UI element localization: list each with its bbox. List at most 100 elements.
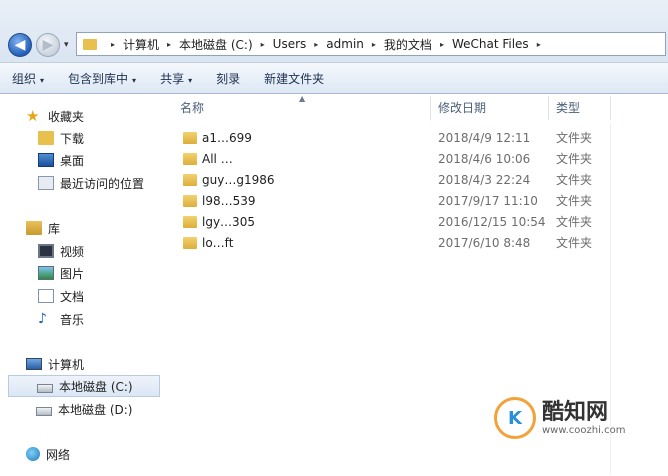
column-header-name[interactable]: 名称 xyxy=(180,94,430,120)
folder-icon xyxy=(183,236,197,249)
burn-button[interactable]: 刻录 xyxy=(204,70,252,87)
nav-label: 库 xyxy=(48,221,61,236)
downloads-folder-icon xyxy=(38,131,54,145)
breadcrumb-separator[interactable]: ▸ xyxy=(167,40,171,49)
hard-drive-icon xyxy=(36,406,52,416)
chevron-down-icon: ▾ xyxy=(188,75,193,85)
file-name: All … xyxy=(202,151,233,166)
file-type: 文件夹 xyxy=(556,194,593,208)
file-name: lo…ft xyxy=(202,235,234,250)
breadcrumb-users[interactable]: Users xyxy=(273,37,307,51)
nav-label: 本地磁盘 (C:) xyxy=(59,379,133,394)
nav-label: 视频 xyxy=(60,244,85,259)
include-in-library-menu[interactable]: 包含到库中 ▾ xyxy=(56,70,148,87)
chevron-down-icon: ▾ xyxy=(40,75,45,85)
column-header-date-modified[interactable]: 修改日期 xyxy=(438,94,548,120)
nav-computer[interactable]: 计算机 xyxy=(0,353,190,375)
file-date: 2018/4/6 10:06 xyxy=(438,151,531,166)
star-icon: ★ xyxy=(26,107,40,125)
breadcrumb-wechat-files[interactable]: WeChat Files xyxy=(452,37,529,51)
file-row[interactable]: All … 2018/4/6 10:06 文件夹 xyxy=(172,148,668,169)
new-folder-button[interactable]: 新建文件夹 xyxy=(252,70,336,87)
nav-label: 桌面 xyxy=(60,153,85,168)
file-row[interactable]: lo…ft 2017/6/10 8:48 文件夹 xyxy=(172,232,668,253)
documents-library-icon xyxy=(38,289,54,303)
address-bar-area: ◀ ▶ ▾ ▸ 计算机 ▸ 本地磁盘 (C:) ▸ Users ▸ admin … xyxy=(0,0,668,63)
back-button[interactable]: ◀ xyxy=(8,33,32,57)
file-name: lgy…305 xyxy=(202,214,255,229)
recent-places-icon xyxy=(38,176,54,190)
command-bar: 组织 ▾ 包含到库中 ▾ 共享 ▾ 刻录 新建文件夹 xyxy=(0,63,668,94)
nav-label: 音乐 xyxy=(60,312,85,327)
nav-local-disk-c[interactable]: 本地磁盘 (C:) xyxy=(8,375,160,397)
nav-label: 下载 xyxy=(60,131,85,146)
column-divider[interactable] xyxy=(548,96,549,120)
pictures-library-icon xyxy=(38,266,54,280)
folder-icon xyxy=(183,215,197,228)
breadcrumb-admin[interactable]: admin xyxy=(326,37,364,51)
nav-label: 收藏夹 xyxy=(48,109,85,124)
forward-button[interactable]: ▶ xyxy=(36,33,60,57)
column-divider[interactable] xyxy=(430,96,431,120)
nav-label: 文档 xyxy=(60,289,85,304)
breadcrumb-separator[interactable]: ▸ xyxy=(440,40,444,49)
library-icon xyxy=(26,221,42,235)
watermark-url: www.coozhi.com xyxy=(542,424,626,436)
nav-libraries[interactable]: 库 xyxy=(0,217,190,239)
folder-icon xyxy=(183,131,197,144)
include-in-library-label: 包含到库中 xyxy=(68,71,129,86)
network-globe-icon xyxy=(26,447,40,461)
breadcrumb-separator[interactable]: ▸ xyxy=(261,40,265,49)
file-date: 2018/4/9 12:11 xyxy=(438,130,531,145)
file-row[interactable]: a1…699 2018/4/9 12:11 文件夹 xyxy=(172,127,668,148)
nav-favorites[interactable]: ★ 收藏夹 xyxy=(0,105,190,127)
file-row[interactable]: guy…g1986 2018/4/3 22:24 文件夹 xyxy=(172,169,668,190)
folder-icon xyxy=(183,194,197,207)
file-name: a1…699 xyxy=(202,130,252,145)
file-date: 2017/6/10 8:48 xyxy=(438,235,531,250)
file-date: 2018/4/3 22:24 xyxy=(438,172,531,187)
breadcrumb-separator[interactable]: ▸ xyxy=(372,40,376,49)
breadcrumb-computer[interactable]: 计算机 xyxy=(123,36,159,53)
breadcrumb[interactable]: ▸ 计算机 ▸ 本地磁盘 (C:) ▸ Users ▸ admin ▸ 我的文档… xyxy=(76,32,666,56)
nav-label: 图片 xyxy=(60,266,85,281)
share-menu[interactable]: 共享 ▾ xyxy=(148,70,204,87)
file-name: l98…539 xyxy=(202,193,256,208)
music-note-icon: ♪ xyxy=(38,311,47,327)
organize-menu[interactable]: 组织 ▾ xyxy=(0,70,56,87)
desktop-icon xyxy=(38,153,54,167)
column-divider[interactable] xyxy=(610,96,611,120)
recent-pages-dropdown-icon[interactable]: ▾ xyxy=(64,40,69,50)
column-header-type[interactable]: 类型 xyxy=(556,94,616,120)
file-date: 2017/9/17 11:10 xyxy=(438,193,538,208)
breadcrumb-separator[interactable]: ▸ xyxy=(314,40,318,49)
folder-icon xyxy=(183,152,197,165)
file-type: 文件夹 xyxy=(556,152,593,166)
file-type: 文件夹 xyxy=(556,236,593,250)
forward-arrow-icon: ▶ xyxy=(42,37,54,53)
file-name: guy…g1986 xyxy=(202,172,275,187)
file-type: 文件夹 xyxy=(556,131,593,145)
video-library-icon xyxy=(38,244,54,258)
breadcrumb-my-documents[interactable]: 我的文档 xyxy=(384,36,432,53)
watermark-title: 酷知网 xyxy=(542,399,609,425)
folder-icon xyxy=(83,38,97,50)
nav-label: 最近访问的位置 xyxy=(60,176,145,191)
nav-label: 本地磁盘 (D:) xyxy=(58,402,133,417)
file-type: 文件夹 xyxy=(556,173,593,187)
breadcrumb-separator[interactable]: ▸ xyxy=(111,40,115,49)
computer-icon xyxy=(26,358,42,370)
back-arrow-icon: ◀ xyxy=(14,37,26,53)
windows-drive-icon xyxy=(37,383,53,393)
nav-network[interactable]: 网络 xyxy=(0,443,190,465)
file-row[interactable]: lgy…305 2016/12/15 10:54 文件夹 xyxy=(172,211,668,232)
chevron-down-icon: ▾ xyxy=(132,75,137,85)
breadcrumb-local-disk-c[interactable]: 本地磁盘 (C:) xyxy=(179,36,253,53)
file-date: 2016/12/15 10:54 xyxy=(438,214,546,229)
navigation-pane: ★ 收藏夹 下载 桌面 最近访问的位置 库 视频 图片 文档 ♪ 音乐 计算机 本地… xyxy=(0,94,164,476)
breadcrumb-separator[interactable]: ▸ xyxy=(537,40,541,49)
coozhi-logo-icon: K xyxy=(494,397,536,439)
file-row[interactable]: l98…539 2017/9/17 11:10 文件夹 xyxy=(172,190,668,211)
nav-label: 计算机 xyxy=(48,357,85,372)
pane-splitter[interactable] xyxy=(164,94,172,476)
